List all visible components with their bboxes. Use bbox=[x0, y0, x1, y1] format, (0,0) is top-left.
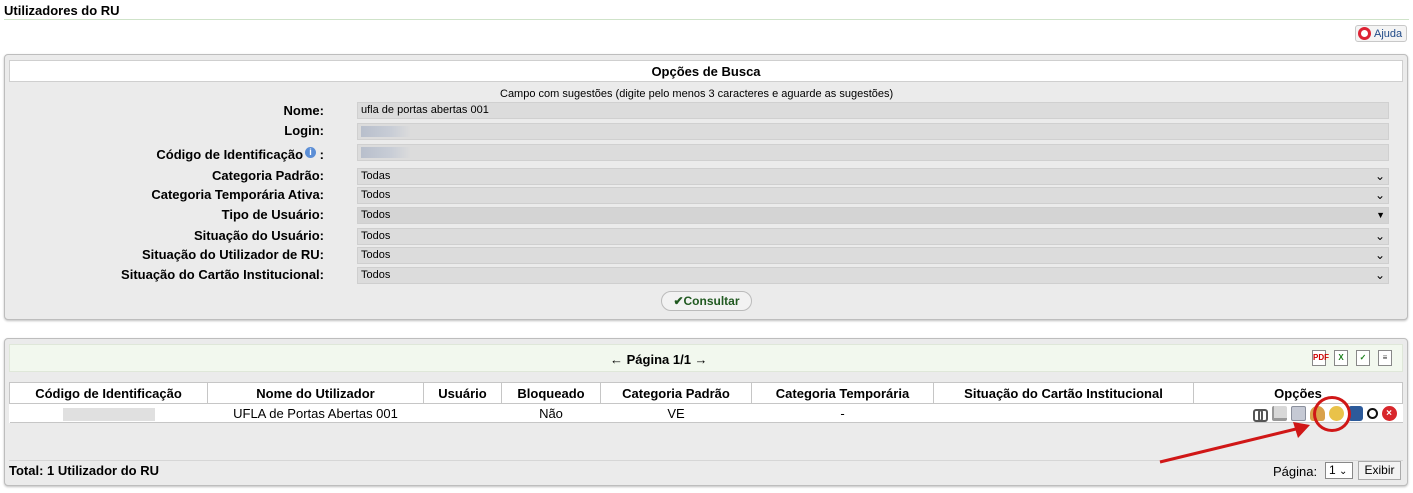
cell-nome: UFLA de Portas Abertas 001 bbox=[207, 403, 424, 423]
categoria-temporaria-label: Categoria Temporária Ativa: bbox=[151, 187, 324, 202]
total-text: Total: 1 Utilizador do RU bbox=[9, 463, 159, 478]
excel-icon[interactable]: X bbox=[1334, 350, 1348, 366]
cart-icon[interactable] bbox=[1271, 405, 1287, 421]
consultar-label: Consultar bbox=[683, 294, 740, 308]
nome-input[interactable]: ufla de portas abertas 001 bbox=[357, 102, 1389, 119]
nome-label: Nome: bbox=[283, 103, 324, 118]
situacao-usuario-label: Situação do Usuário: bbox=[193, 228, 324, 243]
search-caption: Opções de Busca bbox=[9, 60, 1403, 82]
table-header-row: Código de Identificação Nome do Utilizad… bbox=[9, 382, 1403, 404]
redacted-value bbox=[62, 407, 155, 421]
categoria-temporaria-select[interactable]: Todos ⌄ bbox=[357, 187, 1389, 204]
situacao-cartao-select[interactable]: Todos ⌄ bbox=[357, 267, 1389, 284]
check-icon: ✔ bbox=[673, 294, 684, 308]
codigo-input[interactable] bbox=[357, 144, 1389, 161]
search-icon[interactable] bbox=[1366, 407, 1378, 419]
situacao-usuario-select[interactable]: Todos ⌄ bbox=[357, 228, 1389, 245]
delete-icon[interactable]: × bbox=[1381, 405, 1397, 421]
chevron-down-icon: ⌄ bbox=[1374, 268, 1385, 282]
consultar-button[interactable]: ✔Consultar bbox=[661, 291, 752, 311]
col-categoria-padrao: Categoria Padrão bbox=[600, 382, 752, 404]
suggestion-hint: Campo com sugestões (digite pelo menos 3… bbox=[500, 88, 894, 100]
login-input[interactable] bbox=[357, 123, 1389, 140]
categoria-temporaria-value: Todos bbox=[361, 189, 391, 201]
tipo-usuario-select[interactable]: Todos ▼ bbox=[357, 207, 1389, 224]
pager-bar: ← Página 1/1 → PDF X ✓ ≡ bbox=[9, 344, 1403, 372]
cell-categoria-temporaria: - bbox=[751, 403, 934, 423]
cell-bloqueado: Não bbox=[501, 403, 601, 423]
calculator-icon[interactable] bbox=[1290, 405, 1306, 421]
pdf-icon[interactable]: PDF bbox=[1312, 350, 1329, 366]
categoria-padrao-select[interactable]: Todas ⌄ bbox=[357, 168, 1389, 185]
situacao-utilizador-select[interactable]: Todos ⌄ bbox=[357, 247, 1389, 264]
annotation-arrow-icon bbox=[1159, 422, 1310, 464]
title-divider bbox=[4, 19, 1409, 20]
categoria-padrao-value: Todas bbox=[361, 170, 391, 182]
page-select-value: 1 bbox=[1329, 463, 1336, 477]
cell-codigo bbox=[9, 403, 208, 423]
situacao-utilizador-value: Todos bbox=[361, 249, 391, 261]
codigo-label-suffix: : bbox=[319, 147, 324, 162]
page-title: Utilizadores do RU bbox=[4, 3, 120, 18]
codigo-label: Código de Identificação i : bbox=[156, 147, 324, 162]
help-label: Ajuda bbox=[1374, 27, 1403, 40]
info-icon[interactable]: i bbox=[305, 147, 317, 158]
export-icons: PDF X ✓ ≡ bbox=[1312, 350, 1392, 366]
situacao-cartao-value: Todos bbox=[361, 269, 391, 281]
chevron-down-icon: ⌄ bbox=[1374, 188, 1385, 202]
chevron-down-icon: ⌄ bbox=[1374, 169, 1385, 183]
situacao-cartao-label: Situação do Cartão Institucional: bbox=[121, 267, 324, 282]
chevron-down-icon: ⌄ bbox=[1374, 248, 1385, 262]
tipo-usuario-label: Tipo de Usuário: bbox=[221, 207, 324, 222]
col-nome: Nome do Utilizador bbox=[207, 382, 424, 404]
login-label: Login: bbox=[284, 123, 324, 138]
chevron-down-icon: ⌄ bbox=[1374, 229, 1385, 243]
col-codigo: Código de Identificação bbox=[9, 382, 208, 404]
categoria-padrao-label: Categoria Padrão: bbox=[212, 168, 324, 183]
cell-categoria-padrao: VE bbox=[600, 403, 752, 423]
triangle-down-icon: ▼ bbox=[1376, 210, 1385, 220]
chevron-down-icon: ⌄ bbox=[1339, 466, 1348, 477]
results-table: Código de Identificação Nome do Utilizad… bbox=[9, 382, 1403, 423]
codigo-label-text: Código de Identificação bbox=[156, 147, 304, 162]
exibir-button[interactable]: Exibir bbox=[1358, 461, 1401, 480]
csv-icon[interactable]: ✓ bbox=[1356, 350, 1370, 366]
col-situacao-cartao: Situação do Cartão Institucional bbox=[933, 382, 1194, 404]
col-bloqueado: Bloqueado bbox=[501, 382, 601, 404]
col-opcoes: Opções bbox=[1193, 382, 1403, 404]
help-button[interactable]: Ajuda bbox=[1355, 25, 1408, 42]
situacao-utilizador-label: Situação do Utilizador de RU: bbox=[141, 247, 324, 262]
tipo-usuario-value: Todos bbox=[361, 209, 391, 221]
pager-text[interactable]: ← Página 1/1 → bbox=[610, 352, 708, 367]
col-categoria-temporaria: Categoria Temporária bbox=[751, 382, 934, 404]
binoculars-icon[interactable] bbox=[1252, 405, 1268, 422]
page-select[interactable]: 1 ⌄ bbox=[1325, 462, 1353, 479]
situacao-usuario-value: Todos bbox=[361, 230, 391, 242]
cell-usuario bbox=[423, 403, 502, 423]
doc-icon[interactable]: ≡ bbox=[1378, 350, 1392, 366]
search-panel: Opções de Busca Campo com sugestões (dig… bbox=[4, 54, 1408, 320]
col-usuario: Usuário bbox=[423, 382, 502, 404]
lifebuoy-icon bbox=[1358, 27, 1371, 40]
